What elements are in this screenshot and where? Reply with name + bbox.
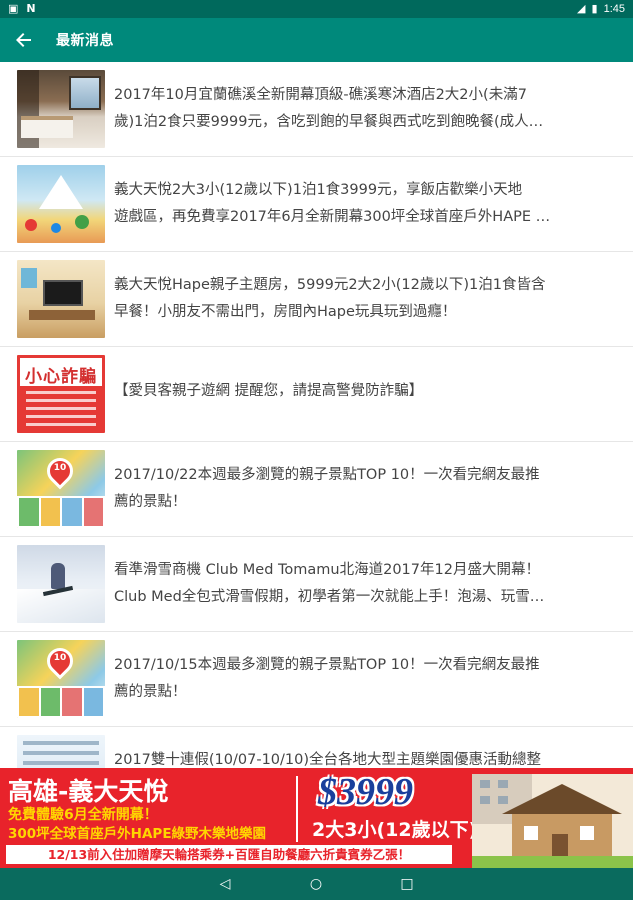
news-line: 義大天悅2大3小(12歲以下)1泊1食3999元，享飯店歡樂小天地 — [114, 182, 523, 198]
news-item[interactable]: 10 2017/10/22本週最多瀏覽的親子景點TOP 10！一次看完網友最推 … — [0, 442, 633, 537]
news-line: 遊戲區，再免費享2017年6月全新開幕300坪全球首座戶外HAPE … — [114, 209, 551, 225]
news-line: 【愛貝客親子遊網 提醒您，請提高警覺防詐騙】 — [114, 383, 424, 399]
nav-home-icon[interactable]: ○ — [305, 874, 327, 894]
system-nav-bar: ◁ ○ □ — [0, 868, 633, 900]
news-line: 薦的景點！ — [114, 684, 187, 700]
banner-subtitle-2: 300坪全球首座戶外HAPE綠野木樂地樂園 — [8, 826, 267, 842]
news-line: Club Med全包式滑雪假期，初學者第一次就能上手！泡湯、玩雪… — [114, 589, 545, 605]
app-bar: 最新消息 — [0, 18, 633, 62]
news-line: 2017/10/15本週最多瀏覽的親子景點TOP 10！一次看完網友最推 — [114, 657, 540, 673]
banner-footer: 12/13前入住加贈摩天輪搭乘券+百匯自助餐廳六折貴賓券乙張！ — [6, 845, 452, 864]
theme-park-table-thumbnail — [17, 735, 105, 768]
news-line: 2017/10/22本週最多瀏覽的親子景點TOP 10！一次看完網友最推 — [114, 467, 540, 483]
news-item[interactable]: 2017雙十連假(10/07-10/10)全台各地大型主題樂園優惠活動總整 — [0, 727, 633, 768]
nav-back-icon[interactable]: ◁ — [214, 874, 236, 894]
news-item[interactable]: 小心詐騙 【愛貝客親子遊網 提醒您，請提高警覺防詐騙】 — [0, 347, 633, 442]
banner-subtitle: 免費體驗6月全新開幕！ — [8, 807, 158, 823]
news-text: 2017年10月宜蘭礁溪全新開幕頂級-礁溪寒沐酒店2大2小(未滿7 歲)1泊2食… — [114, 82, 614, 136]
ski-thumbnail — [17, 545, 105, 623]
banner-package: 2大3小(12歲以下) — [312, 819, 478, 841]
news-text: 2017/10/22本週最多瀏覽的親子景點TOP 10！一次看完網友最推 薦的景… — [114, 462, 614, 516]
wooden-house-illustration — [472, 774, 633, 868]
news-line: 2017年10月宜蘭礁溪全新開幕頂級-礁溪寒沐酒店2大2小(未滿7 — [114, 87, 527, 103]
news-item[interactable]: 看準滑雪商機 Club Med Tomamu北海道2017年12月盛大開幕！ C… — [0, 537, 633, 632]
news-line: 薦的景點！ — [114, 494, 187, 510]
news-line: 看準滑雪商機 Club Med Tomamu北海道2017年12月盛大開幕！ — [114, 562, 540, 578]
fraud-warning-caption: 小心詐騙 — [25, 367, 97, 387]
news-line: 義大天悅Hape親子主題房，5999元2大2小(12歲以下)1泊1食皆含 — [114, 277, 546, 293]
signal-icon: ◢ — [577, 2, 586, 15]
playground-thumbnail — [17, 165, 105, 243]
news-item[interactable]: 義大天悅Hape親子主題房，5999元2大2小(12歲以下)1泊1食皆含 早餐！… — [0, 252, 633, 347]
page-title: 最新消息 — [56, 33, 114, 49]
nav-recents-icon[interactable]: □ — [396, 874, 418, 894]
map-pin-label: 10 — [53, 653, 67, 663]
battery-icon: ▮ — [591, 2, 598, 15]
banner-divider — [296, 776, 298, 842]
news-line: 歲)1泊2食只要9999元，含吃到飽的早餐與西式吃到飽晚餐(成人… — [114, 114, 544, 130]
news-line: 早餐！小朋友不需出門，房間內Hape玩具玩到過癮！ — [114, 304, 457, 320]
top10-thumbnail: 10 — [17, 450, 105, 528]
status-right-icons: ◢ ▮ 1:45 — [577, 2, 625, 15]
news-list[interactable]: 2017年10月宜蘭礁溪全新開幕頂級-礁溪寒沐酒店2大2小(未滿7 歲)1泊2食… — [0, 62, 633, 768]
banner-title: 高雄-義大天悅 — [8, 777, 169, 806]
fraud-warning-thumbnail: 小心詐騙 — [17, 355, 105, 433]
news-item[interactable]: 2017年10月宜蘭礁溪全新開幕頂級-礁溪寒沐酒店2大2小(未滿7 歲)1泊2食… — [0, 62, 633, 157]
news-text: 【愛貝客親子遊網 提醒您，請提高警覺防詐騙】 — [114, 378, 614, 405]
news-text: 義大天悅2大3小(12歲以下)1泊1食3999元，享飯店歡樂小天地 遊戲區，再免… — [114, 177, 614, 231]
news-text: 看準滑雪商機 Club Med Tomamu北海道2017年12月盛大開幕！ C… — [114, 557, 614, 611]
status-left-icons: ▣ N — [8, 2, 36, 15]
hotel-room-thumbnail — [17, 70, 105, 148]
top10-thumbnail: 10 — [17, 640, 105, 718]
news-line: 2017雙十連假(10/07-10/10)全台各地大型主題樂園優惠活動總整 — [114, 752, 542, 768]
n-badge-icon: N — [26, 2, 36, 15]
promo-banner[interactable]: 高雄-義大天悅 免費體驗6月全新開幕！ 300坪全球首座戶外HAPE綠野木樂地樂… — [0, 768, 633, 868]
news-text: 義大天悅Hape親子主題房，5999元2大2小(12歲以下)1泊1食皆含 早餐！… — [114, 272, 614, 326]
news-item[interactable]: 10 2017/10/15本週最多瀏覽的親子景點TOP 10！一次看完網友最推 … — [0, 632, 633, 727]
news-item[interactable]: 義大天悅2大3小(12歲以下)1泊1食3999元，享飯店歡樂小天地 遊戲區，再免… — [0, 157, 633, 252]
notification-icon: ▣ — [8, 2, 19, 15]
status-clock: 1:45 — [603, 2, 625, 15]
news-text: 2017/10/15本週最多瀏覽的親子景點TOP 10！一次看完網友最推 薦的景… — [114, 652, 614, 706]
map-pin-label: 10 — [53, 463, 67, 473]
theme-room-thumbnail — [17, 260, 105, 338]
status-bar: ▣ N ◢ ▮ 1:45 — [0, 0, 633, 18]
arrow-back-icon[interactable] — [10, 26, 38, 54]
news-text: 2017雙十連假(10/07-10/10)全台各地大型主題樂園優惠活動總整 — [114, 747, 614, 768]
banner-price: $3999 — [318, 771, 413, 813]
